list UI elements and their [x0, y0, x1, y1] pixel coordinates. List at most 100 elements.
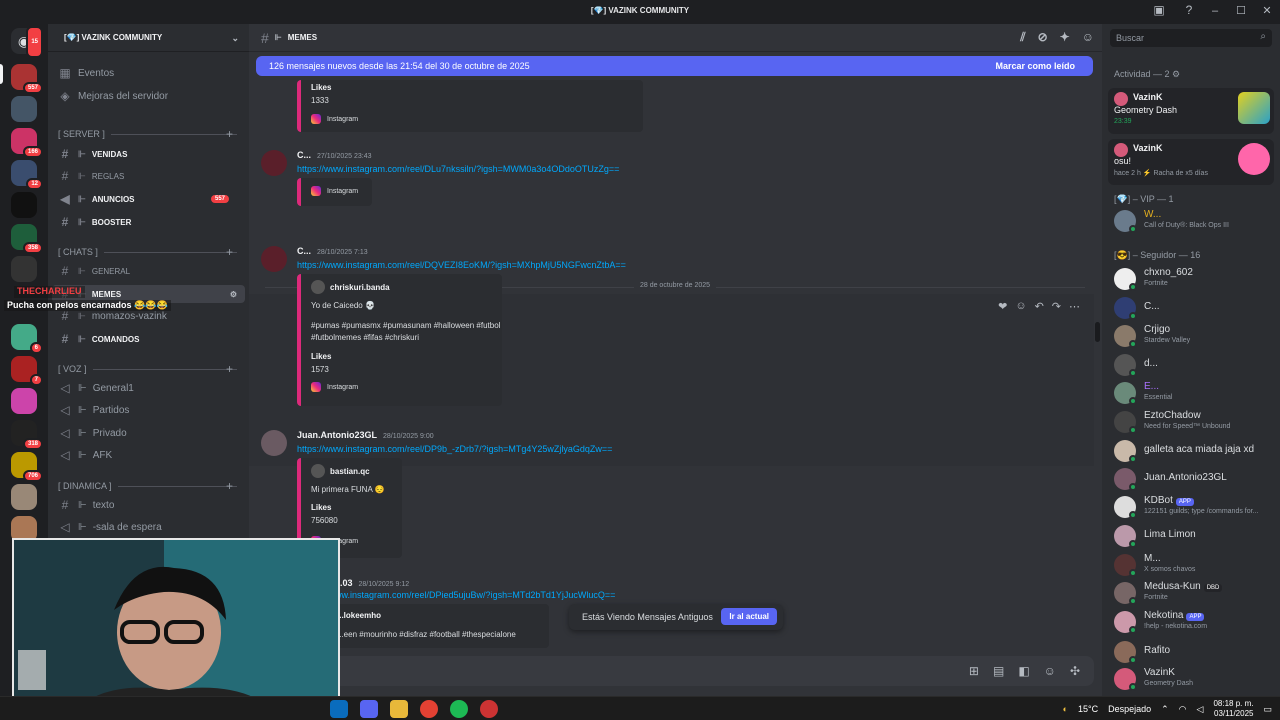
voice-channel-general1[interactable]: ◁ ⊩ General1: [58, 379, 133, 397]
category-chats[interactable]: [ CHATS ] +: [58, 245, 241, 259]
members-icon[interactable]: ☺: [1082, 30, 1094, 45]
embed-author[interactable]: bastian.qc: [311, 464, 370, 478]
wifi-icon[interactable]: ◠: [1179, 704, 1187, 715]
embed-author[interactable]: chriskuri.banda: [311, 280, 390, 294]
edge-icon[interactable]: [330, 700, 348, 718]
weather-temp[interactable]: 15°C: [1078, 704, 1098, 714]
volume-icon[interactable]: ◁: [1197, 704, 1204, 715]
gif-icon[interactable]: ▤: [993, 664, 1004, 678]
events-item[interactable]: ▦ Eventos: [58, 64, 114, 82]
close-button[interactable]: ✕: [1254, 0, 1280, 24]
member-item[interactable]: Rafito: [1114, 639, 1274, 665]
plus-icon[interactable]: +: [226, 127, 233, 141]
sticker-icon[interactable]: ◧: [1018, 664, 1029, 678]
server-icon[interactable]: 12: [11, 160, 43, 190]
discord-taskbar-icon[interactable]: [360, 700, 378, 718]
category-server[interactable]: [ SERVER ] +: [58, 127, 241, 141]
member-item[interactable]: C...: [1114, 295, 1274, 321]
server-icon[interactable]: 6: [11, 324, 43, 354]
new-messages-bar[interactable]: 126 mensajes nuevos desde las 21:54 del …: [256, 56, 1093, 76]
more-icon[interactable]: ⋯: [1069, 300, 1080, 313]
voice-channel-privado[interactable]: ◁ ⊩ Privado: [58, 424, 126, 442]
server-header[interactable]: [💎] VAZINK COMMUNITY ⌄: [48, 24, 249, 52]
server-icon-squad[interactable]: [11, 96, 37, 122]
obs-icon[interactable]: [480, 700, 498, 718]
server-icon[interactable]: 358: [11, 224, 43, 254]
member-item[interactable]: galleta aca miada jaja xd: [1114, 438, 1274, 464]
server-icon[interactable]: 7: [11, 356, 43, 386]
apps-icon[interactable]: ✣: [1070, 664, 1080, 678]
message-link[interactable]: https://www.instagram.com/reel/DQVEZI8Eo…: [297, 260, 626, 270]
member-item[interactable]: W... Call of Duty®: Black Ops III: [1114, 208, 1274, 234]
server-icon[interactable]: [11, 388, 37, 414]
channel-reglas[interactable]: # ⊩ REGLAS: [58, 167, 125, 185]
category-dinamica[interactable]: [ DINAMICA ] +: [58, 479, 241, 493]
member-item[interactable]: d...: [1114, 352, 1274, 378]
member-item[interactable]: Lima Limon: [1114, 523, 1274, 549]
message-link[interactable]: https://www.instagram.com/reel/DLu7nkssi…: [297, 164, 619, 174]
message-embed[interactable]: chriskuri.banda Yo de Caicedo 💀 #pumas #…: [297, 274, 502, 406]
member-item[interactable]: VazinK Geometry Dash: [1114, 666, 1274, 692]
gift-icon[interactable]: ⊞: [969, 664, 979, 678]
mark-read-button[interactable]: Marcar como leído: [995, 61, 1075, 71]
search-input[interactable]: Buscar ⌕: [1110, 29, 1272, 47]
reaction-icon[interactable]: ❤: [998, 300, 1007, 313]
avatar[interactable]: [261, 150, 287, 176]
channel-venidas[interactable]: # ⊩ VENIDAS: [58, 145, 128, 163]
message-list[interactable]: ❤ ☺ ↶ ↷ ⋯ Likes 1333 Instagram C... 27/10…: [249, 80, 1102, 652]
settings-icon[interactable]: ⚙: [230, 290, 237, 299]
folder-icon[interactable]: [390, 700, 408, 718]
channel-booster[interactable]: # ⊩ BOOSTER: [58, 213, 132, 231]
member-item[interactable]: Medusa-Kun DBD Fortnite: [1114, 580, 1274, 606]
message-author[interactable]: C... 27/10/2025 23:43: [297, 150, 372, 160]
plus-icon[interactable]: +: [226, 479, 233, 493]
member-item[interactable]: Nekotina APP !help - nekotina.com: [1114, 609, 1274, 635]
boosts-item[interactable]: ◈ Mejoras del servidor: [58, 87, 168, 105]
channel-comandos[interactable]: # ⊩ COMANDOS: [58, 330, 140, 348]
member-item[interactable]: E... Essential: [1114, 380, 1274, 406]
member-item[interactable]: EztoChadow Need for Speed™ Unbound: [1114, 409, 1274, 435]
member-item[interactable]: M... X somos chavos: [1114, 552, 1274, 578]
message-author[interactable]: C... 28/10/2025 7:13: [297, 246, 368, 256]
emoji-icon[interactable]: ☺: [1044, 664, 1056, 678]
category-voz[interactable]: [ VOZ ] +: [58, 362, 241, 376]
scrollbar-thumb[interactable]: [1095, 322, 1100, 342]
voice-channel-partidos[interactable]: ◁ ⊩ Partidos: [58, 401, 129, 419]
help-icon[interactable]: ?: [1182, 3, 1196, 17]
avatar[interactable]: [261, 246, 287, 272]
channel-anuncios[interactable]: ◀ ⊩ ANUNCIOS 557: [58, 190, 241, 208]
message-link[interactable]: https://www.instagram.com/reel/DP9b_-zDr…: [297, 444, 612, 454]
channel-texto[interactable]: # ⊩ texto: [58, 496, 115, 514]
message-composer[interactable]: ⊞ ▤ ◧ ☺ ✣: [257, 656, 1094, 686]
chrome-icon[interactable]: [420, 700, 438, 718]
embed-author[interactable]: ...lokeemho: [337, 611, 381, 620]
server-icon[interactable]: 318: [11, 420, 43, 450]
pin-icon[interactable]: ✦: [1060, 30, 1070, 45]
threads-icon[interactable]: ⫽: [1020, 30, 1025, 45]
member-item[interactable]: chxno_602 Fortnite: [1114, 266, 1274, 292]
minimize-button[interactable]: –: [1202, 0, 1228, 24]
server-icon-vazink[interactable]: 557: [11, 64, 43, 94]
clock[interactable]: 08:18 p. m. 03/11/2025: [1213, 699, 1253, 719]
maximize-button[interactable]: ☐: [1228, 0, 1254, 24]
home-button[interactable]: ◉ 15: [11, 26, 43, 58]
bell-mute-icon[interactable]: ⊘: [1038, 30, 1048, 45]
emoji-add-icon[interactable]: ☺: [1015, 300, 1026, 313]
spotify-icon[interactable]: [450, 700, 468, 718]
avatar[interactable]: [261, 430, 287, 456]
notification-icon[interactable]: ▭: [1263, 704, 1272, 715]
weather-desc[interactable]: Despejado: [1108, 704, 1151, 714]
reply-icon[interactable]: ↶: [1035, 300, 1044, 313]
member-item[interactable]: KDBot APP 122151 guilds; type /commands fo…: [1114, 494, 1274, 520]
tray-chevron-icon[interactable]: ⌃: [1161, 704, 1169, 715]
jump-to-present-button[interactable]: Ir al actual: [721, 608, 777, 625]
message-embed[interactable]: Likes 1333 Instagram: [297, 80, 643, 132]
message-embed[interactable]: Instagram: [297, 178, 372, 206]
server-icon[interactable]: [11, 484, 37, 510]
voice-channel-afk[interactable]: ◁ ⊩ AFK: [58, 446, 112, 464]
activity-card[interactable]: VazinK osu! hace 2 h ⚡ Racha de x5 días: [1108, 139, 1274, 185]
plus-icon[interactable]: +: [226, 362, 233, 376]
inbox-icon[interactable]: ▣: [1152, 3, 1166, 17]
forward-icon[interactable]: ↷: [1052, 300, 1061, 313]
server-icon[interactable]: [11, 256, 37, 282]
